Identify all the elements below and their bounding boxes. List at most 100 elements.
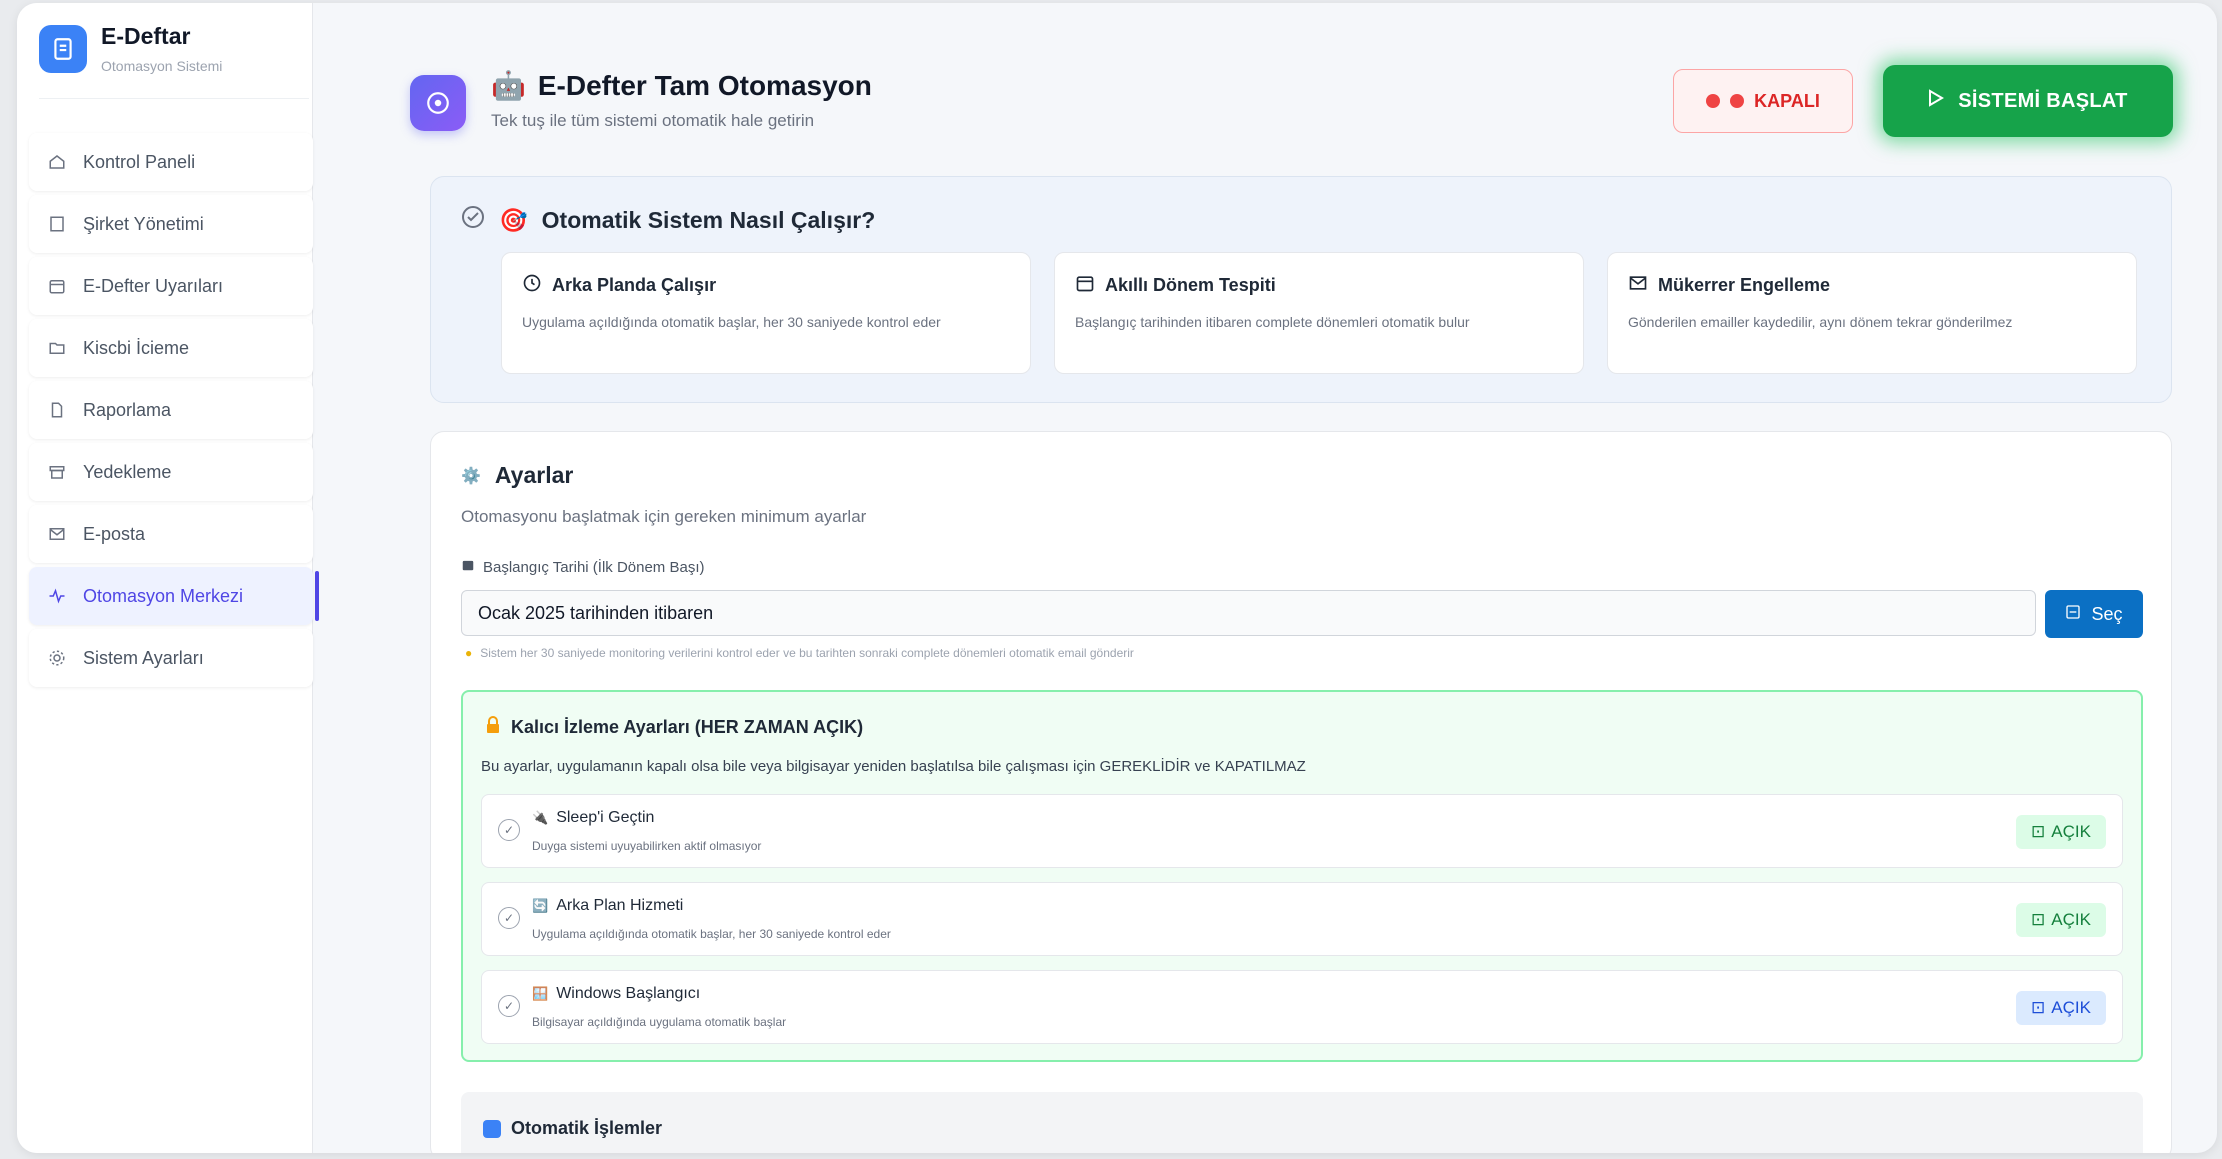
building-icon	[47, 214, 67, 234]
toggle-icon: ⊡	[2031, 998, 2046, 1017]
settings-subtitle: Otomasyonu başlatmak için gereken minimu…	[461, 507, 867, 526]
brand-subtitle: Otomasyon Sistemi	[101, 58, 223, 74]
calendar-icon	[47, 276, 67, 296]
sidebar-item-label: Kiscbi İcieme	[83, 337, 190, 358]
save-icon	[2065, 604, 2081, 625]
sidebar-item-label: E-Defter Uyarıları	[83, 275, 224, 296]
permanent-settings-title-text: Kalıcı İzleme Ayarları (HER ZAMAN AÇIK)	[511, 717, 864, 737]
bulb-icon: ●	[465, 646, 473, 660]
row-title: 🔌 Sleep'i Geçtin	[532, 809, 654, 827]
refresh-icon: 🔄	[532, 898, 549, 913]
permanent-row-windows-startup: ✓ 🪟 Windows Başlangıcı Bilgisayar açıldı…	[481, 970, 2123, 1044]
permanent-settings-title: Kalıcı İzleme Ayarları (HER ZAMAN AÇIK)	[485, 716, 863, 739]
calendar-icon	[1075, 273, 1095, 298]
sidebar-item-label: Şirket Yönetimi	[83, 213, 204, 234]
permanent-settings-panel: Kalıcı İzleme Ayarları (HER ZAMAN AÇIK) …	[461, 690, 2143, 1062]
folder-icon	[47, 338, 67, 358]
sidebar-item-label: Kontrol Paneli	[83, 151, 196, 172]
windows-icon: 🪟	[532, 986, 549, 1001]
settings-title-text: Ayarlar	[494, 462, 574, 488]
row-desc: Duyga sistemi uyuyabilirken aktif olması…	[532, 839, 762, 853]
gear-icon: ⚙️	[461, 467, 481, 485]
feature-card-background: Arka Planda Çalışır Uygulama açıldığında…	[501, 252, 1031, 374]
page-title: 🤖 E-Defter Tam Otomasyon	[491, 69, 872, 102]
permanent-settings-desc: Bu ayarlar, uygulamanın kapalı olsa bile…	[481, 758, 1306, 775]
lock-icon	[485, 716, 501, 739]
sidebar-item-yedekleme[interactable]: Yedekleme	[29, 443, 313, 501]
sidebar-item-sirket-yonetimi[interactable]: Şirket Yönetimi	[29, 195, 313, 253]
feature-card-duplicate-block: Mükerrer Engelleme Gönderilen emailler k…	[1607, 252, 2137, 374]
status-badge: ⊡ AÇIK	[2016, 815, 2106, 849]
how-it-works-title: 🎯 Otomatik Sistem Nasıl Çalışır?	[461, 205, 875, 235]
status-dot-icon	[1730, 94, 1745, 108]
sidebar-item-raporlama[interactable]: Raporlama	[29, 381, 313, 439]
sidebar-item-label: Raporlama	[83, 399, 172, 420]
hint-text-content: Sistem her 30 saniyede monitoring verile…	[480, 646, 1134, 660]
badge-label: AÇIK	[2051, 910, 2091, 929]
status-circle-icon: ✓	[498, 907, 520, 929]
home-icon	[47, 152, 67, 172]
permanent-row-background-service: ✓ 🔄 Arka Plan Hizmeti Uygulama açıldığın…	[481, 882, 2123, 956]
system-status-button[interactable]: KAPALI	[1673, 69, 1853, 133]
status-dot-icon	[1706, 94, 1721, 108]
feature-title: Akıllı Dönem Tespiti	[1075, 273, 1563, 298]
toggle-icon: ⊡	[2031, 822, 2046, 841]
row-desc: Bilgisayar açıldığında uygulama otomatik…	[532, 1015, 787, 1029]
feature-card-smart-period: Akıllı Dönem Tespiti Başlangıç tarihinde…	[1054, 252, 1584, 374]
sidebar-item-otomasyon-merkezi[interactable]: Otomasyon Merkezi	[29, 567, 319, 625]
automatic-operations-panel: Otomatik İşlemler	[461, 1092, 2143, 1153]
sidebar-item-label: Yedekleme	[83, 461, 172, 482]
row-desc: Uygulama açıldığında otomatik başlar, he…	[532, 927, 891, 941]
brand: E-Deftar Otomasyon Sistemi	[39, 21, 309, 99]
plug-icon: 🔌	[532, 810, 549, 825]
status-badge: ⊡ AÇIK	[2016, 991, 2106, 1025]
select-button[interactable]: Seç	[2045, 590, 2143, 638]
feature-desc: Başlangıç tarihinden itibaren complete d…	[1075, 314, 1470, 330]
settings-title: ⚙️ Ayarlar	[461, 462, 573, 489]
status-label: KAPALI	[1754, 90, 1820, 111]
start-system-button[interactable]: SİSTEMİ BAŞLAT	[1883, 65, 2173, 137]
archive-icon	[47, 462, 67, 482]
sidebar-item-kiscbi-icieme[interactable]: Kiscbi İcieme	[29, 319, 313, 377]
robot-icon: 🤖	[491, 70, 526, 101]
activity-icon	[47, 586, 67, 606]
main-content: 🤖 E-Defter Tam Otomasyon Tek tuş ile tüm…	[313, 3, 2217, 1153]
feature-desc: Uygulama açıldığında otomatik başlar, he…	[522, 314, 941, 330]
toggle-icon: ⊡	[2031, 910, 2046, 929]
status-circle-icon: ✓	[498, 819, 520, 841]
start-date-input[interactable]	[461, 590, 2036, 636]
row-title-text: Arka Plan Hizmeti	[556, 897, 684, 914]
brand-title: E-Deftar	[101, 23, 191, 49]
automatic-operations-title: Otomatik İşlemler	[483, 1118, 662, 1139]
check-circle-icon	[461, 205, 485, 235]
badge-label: AÇIK	[2051, 998, 2091, 1017]
sidebar-item-label: E-posta	[83, 523, 146, 544]
target-icon: 🎯	[499, 206, 528, 233]
row-title-text: Windows Başlangıcı	[556, 985, 701, 1002]
status-badge: ⊡ AÇIK	[2016, 903, 2106, 937]
gear-icon	[47, 648, 67, 668]
start-date-label-text: Başlangıç Tarihi (İlk Dönem Başı)	[483, 558, 705, 576]
play-icon	[1928, 89, 1945, 113]
how-it-works-card: 🎯 Otomatik Sistem Nasıl Çalışır? Arka Pl…	[430, 176, 2172, 403]
select-button-label: Seç	[2091, 603, 2123, 624]
feature-title: Arka Planda Çalışır	[522, 273, 1010, 298]
sidebar-item-label: Sistem Ayarları	[83, 647, 204, 668]
sidebar-item-label: Otomasyon Merkezi	[83, 585, 244, 606]
start-label: SİSTEMİ BAŞLAT	[1958, 89, 2128, 112]
feature-title: Mükerrer Engelleme	[1628, 273, 2116, 298]
sidebar-item-e-posta[interactable]: E-posta	[29, 505, 313, 563]
sidebar-item-kontrol-paneli[interactable]: Kontrol Paneli	[29, 133, 313, 191]
start-date-label: Başlangıç Tarihi (İlk Dönem Başı)	[461, 558, 704, 576]
automation-icon	[410, 75, 466, 131]
sidebar-item-e-defter-uyarilari[interactable]: E-Defter Uyarıları	[29, 257, 313, 315]
square-icon	[483, 1119, 501, 1138]
feature-desc: Gönderilen emailler kaydedilir, aynı dön…	[1628, 314, 2013, 330]
document-icon	[39, 25, 87, 73]
feature-title-text: Mükerrer Engelleme	[1658, 275, 1831, 295]
row-title: 🪟 Windows Başlangıcı	[532, 985, 700, 1003]
app-window: E-Deftar Otomasyon Sistemi Kontrol Panel…	[17, 3, 2217, 1153]
row-title: 🔄 Arka Plan Hizmeti	[532, 897, 683, 915]
sidebar-item-sistem-ayarlari[interactable]: Sistem Ayarları	[29, 629, 313, 687]
mail-icon	[47, 524, 67, 544]
